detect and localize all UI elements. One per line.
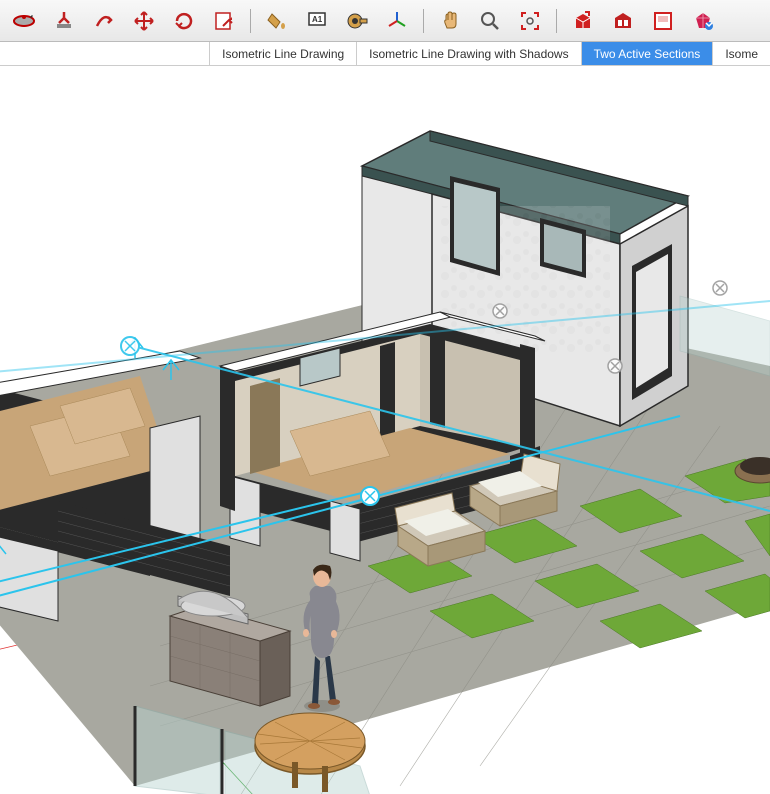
tape-measure-icon[interactable] xyxy=(343,7,371,35)
tab-label: Two Active Sections xyxy=(594,47,701,61)
arc-arrow-icon[interactable] xyxy=(90,7,118,35)
zoom-extents-icon[interactable] xyxy=(516,7,544,35)
tab-label: Isometric Line Drawing with Shadows xyxy=(369,47,568,61)
pan-hand-icon[interactable] xyxy=(436,7,464,35)
section-display-icon[interactable] xyxy=(50,7,78,35)
tab-isometric-line-drawing[interactable]: Isometric Line Drawing xyxy=(209,42,356,65)
separator xyxy=(423,9,424,33)
move-icon[interactable] xyxy=(130,7,158,35)
extension-warehouse-icon[interactable] xyxy=(609,7,637,35)
main-toolbar: A1 xyxy=(0,0,770,42)
separator xyxy=(556,9,557,33)
paint-bucket-icon[interactable] xyxy=(263,7,291,35)
3d-viewport[interactable] xyxy=(0,66,770,794)
tab-two-active-sections[interactable]: Two Active Sections xyxy=(581,42,713,65)
export-icon[interactable] xyxy=(210,7,238,35)
scene-tabs: Isometric Line Drawing Isometric Line Dr… xyxy=(0,42,770,66)
svg-text:A1: A1 xyxy=(312,15,323,24)
3d-warehouse-icon[interactable] xyxy=(569,7,597,35)
separator xyxy=(250,9,251,33)
axis-icon[interactable] xyxy=(383,7,411,35)
tab-label: Isometric Line Drawing xyxy=(222,47,344,61)
layout-icon[interactable] xyxy=(649,7,677,35)
tab-isome-partial[interactable]: Isome xyxy=(712,42,770,65)
text-label-icon[interactable]: A1 xyxy=(303,7,331,35)
tab-label: Isome xyxy=(725,47,758,61)
ruby-icon[interactable] xyxy=(689,7,717,35)
rotate-icon[interactable] xyxy=(170,7,198,35)
section-plane-icon[interactable] xyxy=(10,7,38,35)
zoom-icon[interactable] xyxy=(476,7,504,35)
tab-isometric-line-drawing-shadows[interactable]: Isometric Line Drawing with Shadows xyxy=(356,42,580,65)
